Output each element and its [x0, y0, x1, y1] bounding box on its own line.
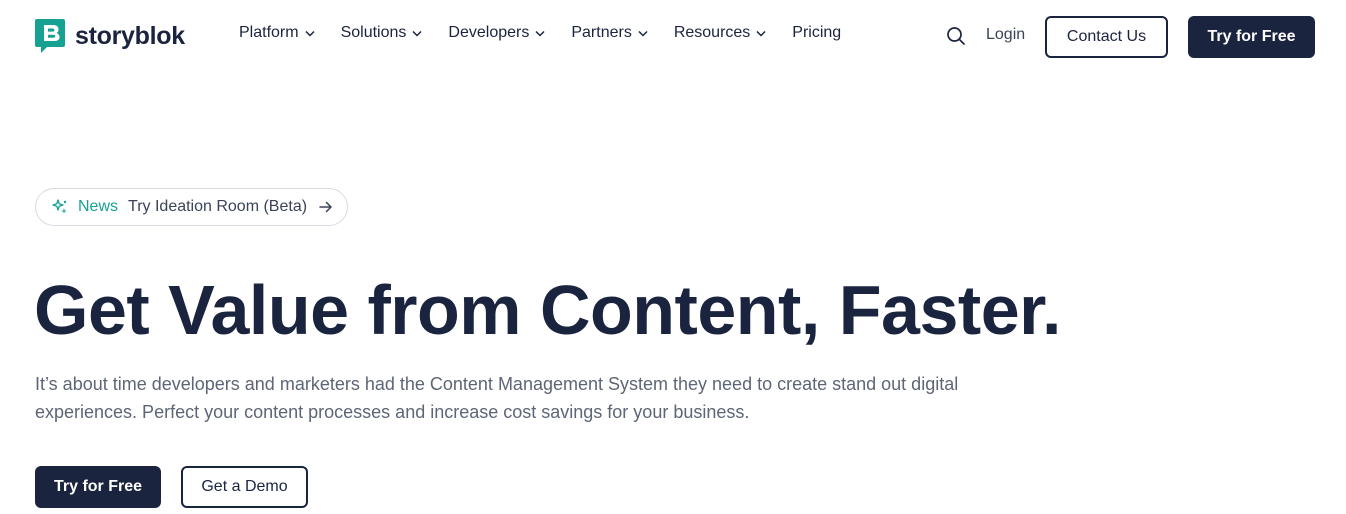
chevron-down-icon	[535, 30, 545, 37]
news-tag: News	[78, 198, 119, 215]
news-text: Try Ideation Room (Beta)	[128, 198, 308, 215]
nav-item-label: Partners	[571, 24, 632, 41]
login-link[interactable]: Login	[986, 26, 1025, 44]
storyblok-logo-icon	[35, 19, 65, 53]
site-header: storyblok Platform Solutions Developers …	[0, 0, 1346, 74]
nav-item-label: Pricing	[792, 24, 842, 41]
search-icon	[947, 27, 965, 45]
nav-item-developers[interactable]: Developers	[448, 24, 545, 42]
nav-item-label: Developers	[448, 24, 530, 41]
get-a-demo-button[interactable]: Get a Demo	[181, 466, 308, 508]
chevron-down-icon	[305, 30, 315, 37]
nav-item-label: Solutions	[340, 24, 407, 41]
nav-item-label: Resources	[673, 24, 751, 41]
brand-name: storyblok	[75, 21, 185, 50]
nav-item-platform[interactable]: Platform	[239, 24, 315, 42]
sparkle-icon	[52, 199, 67, 214]
header-try-for-free-button[interactable]: Try for Free	[1188, 16, 1315, 58]
nav-item-resources[interactable]: Resources	[674, 24, 766, 42]
main-nav: Platform Solutions Developers Partners R…	[239, 24, 867, 42]
chevron-down-icon	[638, 30, 648, 37]
chevron-down-icon	[756, 30, 766, 37]
search-button[interactable]	[946, 26, 966, 46]
arrow-right-icon	[319, 201, 332, 213]
page: storyblok Platform Solutions Developers …	[0, 0, 1346, 514]
hero-subtext: It’s about time developers and marketers…	[35, 374, 959, 422]
storyblok-logo[interactable]: storyblok	[35, 19, 185, 53]
chevron-down-icon	[412, 30, 422, 37]
news-banner[interactable]: News Try Ideation Room (Beta)	[35, 188, 348, 226]
nav-item-label: Platform	[239, 24, 299, 41]
hero-try-for-free-button[interactable]: Try for Free	[35, 466, 161, 508]
nav-item-pricing[interactable]: Pricing	[792, 24, 841, 42]
nav-item-partners[interactable]: Partners	[571, 24, 648, 42]
hero-headline: Get Value from Content, Faster.	[34, 271, 1061, 349]
contact-us-button[interactable]: Contact Us	[1045, 16, 1168, 58]
nav-item-solutions[interactable]: Solutions	[341, 24, 423, 42]
